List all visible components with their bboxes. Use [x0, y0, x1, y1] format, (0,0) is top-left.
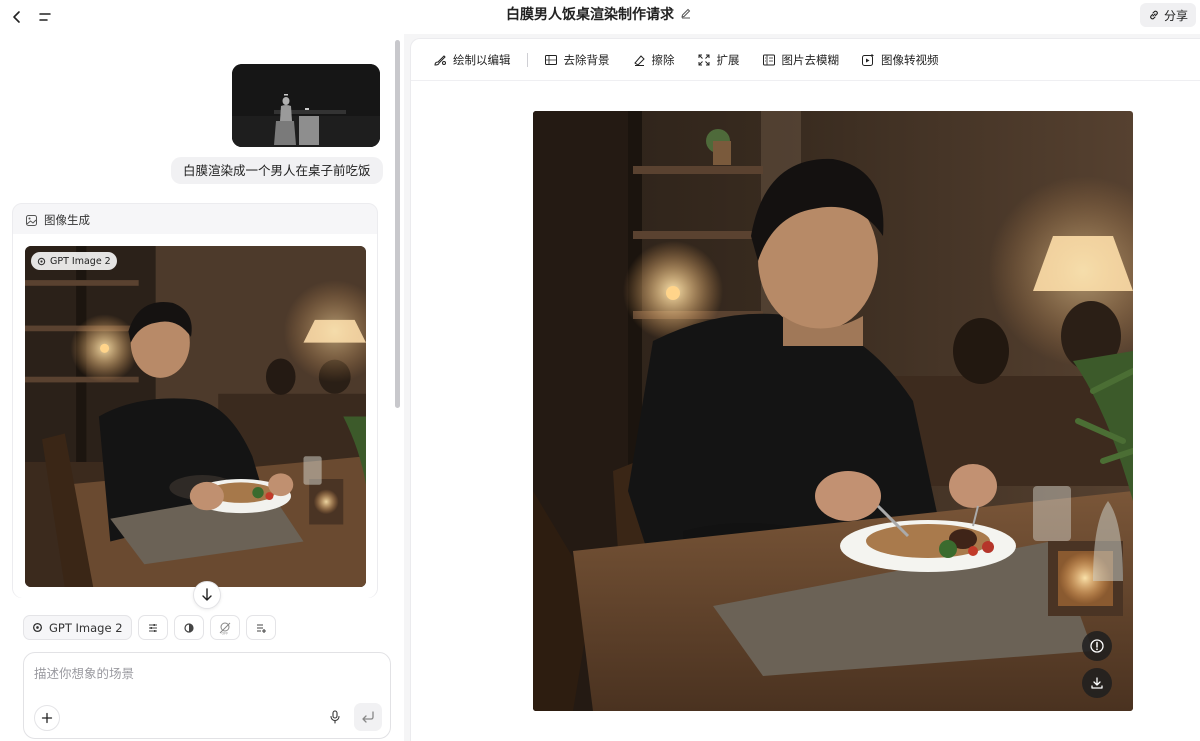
remove-background-button[interactable]: 去除背景 [544, 52, 610, 68]
man-eating-scene-large [533, 111, 1133, 711]
share-icon [1150, 10, 1158, 20]
send-button[interactable] [354, 703, 382, 731]
toolbar-label: 图像转视频 [881, 52, 939, 67]
edit-icon[interactable] [680, 7, 694, 21]
expand-button[interactable]: 扩展 [697, 52, 740, 68]
model-badge-label: GPT Image 2 [50, 255, 111, 267]
svg-text:OFF: OFF [221, 631, 228, 635]
chat-scrollbar[interactable] [395, 40, 400, 408]
scroll-to-bottom-button[interactable] [193, 581, 221, 609]
generated-image-thumbnail[interactable]: GPT Image 2 [25, 246, 366, 587]
openai-icon [37, 257, 46, 265]
prompt-input[interactable] [34, 663, 374, 693]
image-to-video-icon [862, 53, 874, 66]
gen-card-title: 图像生成 [44, 213, 90, 227]
toolbar-label: 去除背景 [563, 52, 610, 67]
download-icon [1091, 677, 1103, 689]
gen-card-body: GPT Image 2 [13, 234, 377, 598]
toolbar-label: 绘制以编辑 [453, 52, 511, 67]
arrow-down-icon [202, 588, 212, 601]
user-uploaded-image[interactable] [232, 64, 380, 147]
model-badge: GPT Image 2 [31, 252, 117, 270]
toolbar-divider [526, 52, 528, 67]
share-label: 分享 [1163, 8, 1188, 23]
composer-tool-row: GPT Image 2 OFF [23, 615, 276, 640]
voice-input-button[interactable] [323, 705, 347, 729]
model-selector[interactable]: GPT Image 2 [23, 615, 132, 640]
deblur-button[interactable]: 图片去模糊 [762, 52, 840, 68]
brush-edit-icon [434, 54, 446, 66]
style-icon [183, 622, 194, 633]
page-title: 白膜男人饭桌渲染制作请求 [0, 4, 1200, 24]
share-button[interactable]: 分享 [1139, 3, 1196, 27]
erase-button[interactable]: 擦除 [632, 52, 675, 68]
add-attachment-button[interactable] [34, 705, 60, 731]
eraser-icon [633, 54, 645, 66]
image-viewer-panel: 绘制以编辑 去除背景 擦除 扩展 图片去模糊 图像转视频 [410, 38, 1200, 741]
gen-card-header: 图像生成 [25, 212, 90, 228]
settings-sliders-button[interactable] [137, 615, 168, 640]
prompt-composer [23, 652, 391, 739]
man-eating-scene-small [25, 246, 366, 587]
download-button[interactable] [1082, 668, 1112, 698]
image-edit-toolbar: 绘制以编辑 去除背景 擦除 扩展 图片去模糊 图像转视频 [411, 39, 1200, 81]
white-model-render [232, 64, 380, 147]
toggle-off-button[interactable]: OFF [209, 615, 240, 640]
remove-bg-icon [544, 54, 557, 65]
page-title-text: 白膜男人饭桌渲染制作请求 [506, 7, 674, 23]
image-gen-icon [26, 214, 37, 226]
style-button[interactable] [173, 615, 204, 640]
model-selector-label: GPT Image 2 [49, 620, 123, 635]
user-message-bubble: 白膜渲染成一个男人在桌子前吃饭 [171, 157, 383, 184]
toolbar-label: 图片去模糊 [781, 52, 840, 67]
top-header: 白膜男人饭桌渲染制作请求 分享 [0, 0, 1200, 34]
sliders-icon [148, 623, 157, 632]
list-add-icon [256, 623, 266, 633]
image-generation-card: 图像生成 GPT Image 2 [12, 203, 378, 598]
expand-icon [698, 54, 709, 65]
openai-icon [32, 622, 43, 633]
info-icon [1090, 639, 1104, 653]
off-toggle-icon: OFF [219, 622, 230, 635]
deblur-icon [762, 54, 775, 65]
image-to-video-button[interactable]: 图像转视频 [861, 52, 939, 68]
image-info-button[interactable] [1082, 631, 1112, 661]
draw-to-edit-button[interactable]: 绘制以编辑 [433, 52, 511, 68]
prompt-enhance-button[interactable] [245, 615, 276, 640]
plus-icon [41, 712, 53, 724]
mic-icon [330, 710, 340, 724]
toolbar-label: 扩展 [716, 52, 740, 67]
toolbar-label: 擦除 [651, 52, 675, 67]
generated-image-large[interactable] [533, 111, 1133, 711]
send-icon [362, 711, 374, 723]
